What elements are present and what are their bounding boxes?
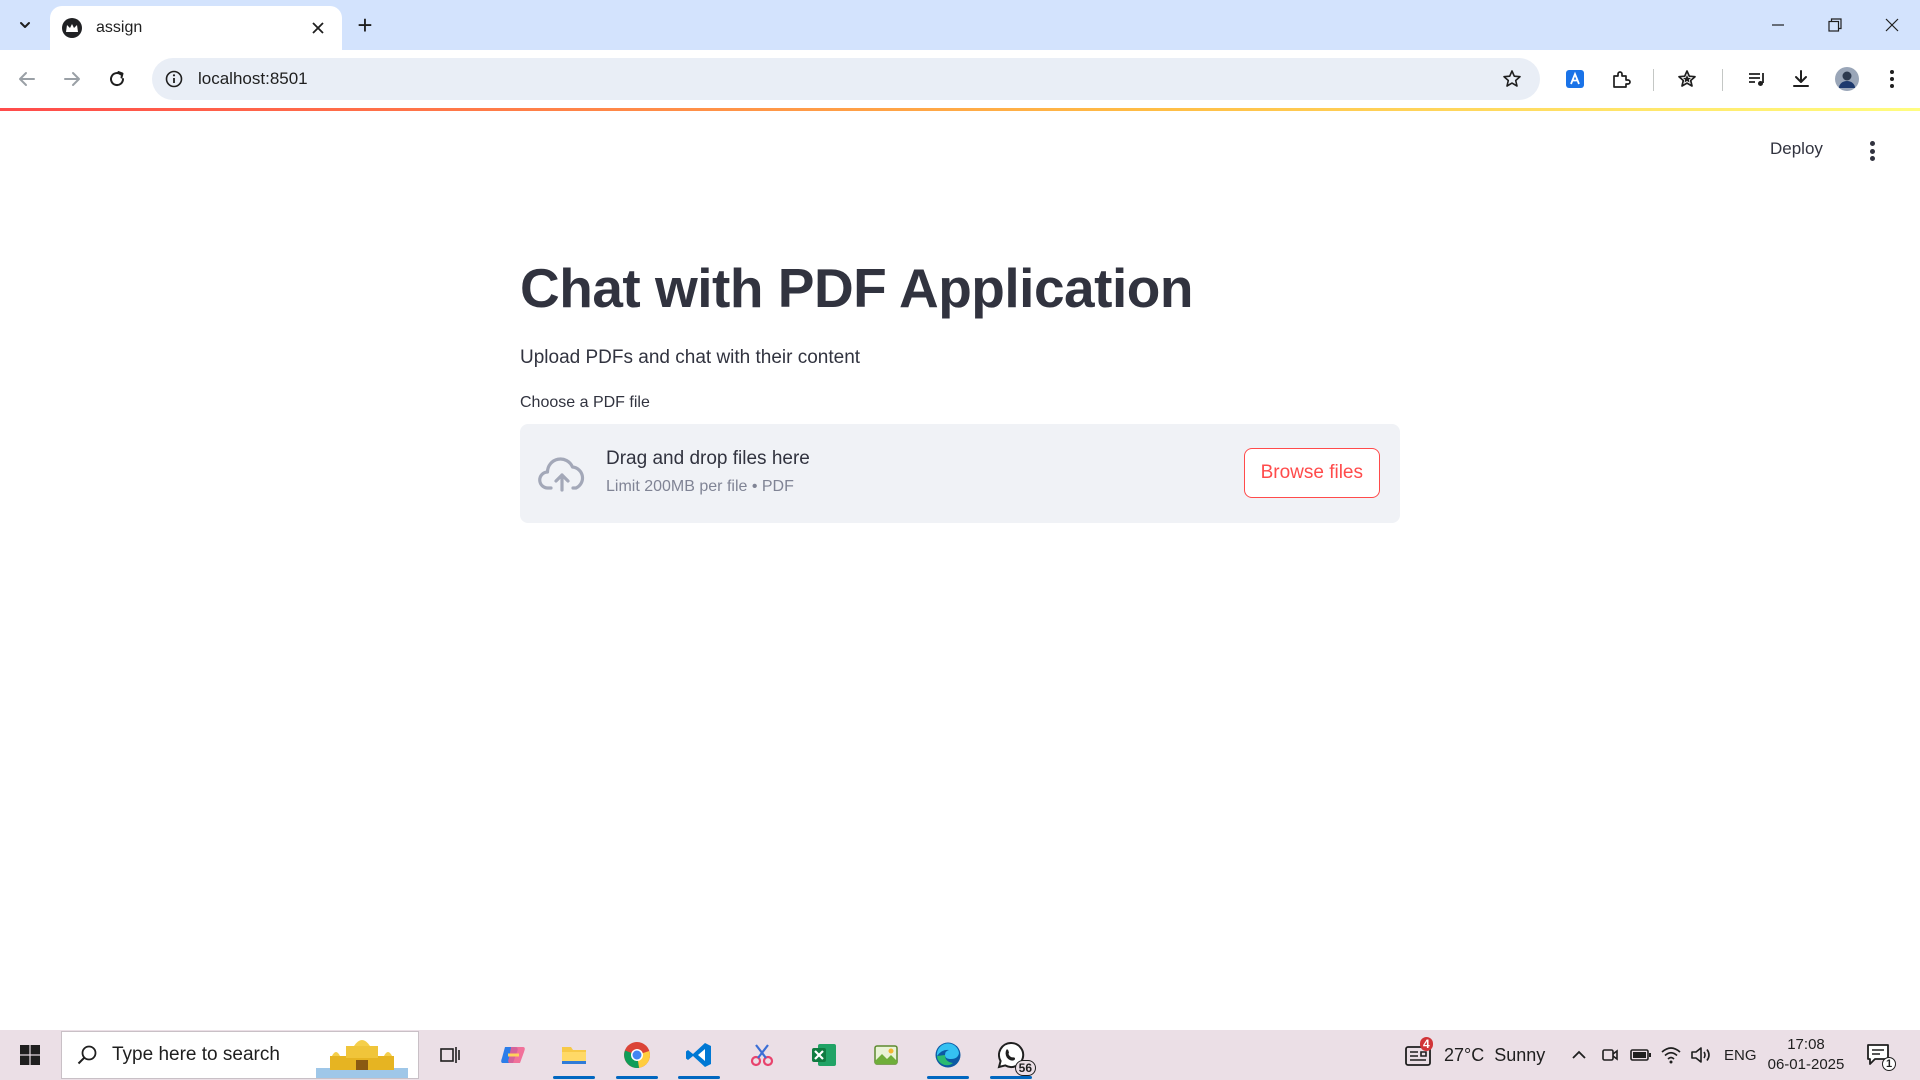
tab-search-button[interactable] — [10, 10, 40, 40]
windows-taskbar: Type here to search 56 4 27°C Sunny ENG … — [0, 1030, 1920, 1080]
reload-icon[interactable] — [101, 63, 133, 95]
whatsapp-unread-badge: 56 — [1014, 1060, 1036, 1076]
weather-text: 27°C Sunny — [1444, 1044, 1546, 1065]
site-info-icon[interactable] — [162, 67, 186, 91]
back-arrow-icon[interactable] — [11, 63, 43, 95]
bookmark-star-icon[interactable] — [1492, 59, 1532, 99]
bookmarks-star-icon[interactable] — [1671, 63, 1703, 95]
windows-start-icon[interactable] — [0, 1030, 60, 1080]
profile-avatar[interactable] — [1831, 63, 1863, 95]
url-text[interactable]: localhost:8501 — [198, 69, 1492, 89]
notifications-icon[interactable]: 1 — [1866, 1030, 1897, 1080]
close-window-icon[interactable] — [1863, 0, 1920, 50]
toolbar-divider — [1722, 69, 1723, 91]
clock-time: 17:08 — [1787, 1036, 1825, 1053]
tab-strip: assign + — [0, 0, 1920, 50]
search-icon — [77, 1045, 97, 1065]
excel-icon[interactable] — [799, 1030, 849, 1080]
page-subtitle: Upload PDFs and chat with their content — [520, 347, 861, 368]
chevron-down-icon — [20, 22, 30, 28]
browse-files-button[interactable]: Browse files — [1243, 448, 1380, 498]
volume-icon[interactable] — [1690, 1030, 1712, 1080]
clock-date: 06-01-2025 — [1767, 1056, 1845, 1073]
wifi-icon[interactable] — [1660, 1030, 1682, 1080]
vscode-icon[interactable] — [674, 1030, 724, 1080]
notification-count-badge: 1 — [1882, 1057, 1897, 1071]
cloud-upload-icon — [538, 457, 585, 492]
copilot-icon[interactable] — [488, 1030, 538, 1080]
photos-icon[interactable] — [861, 1030, 911, 1080]
address-bar[interactable]: localhost:8501 — [152, 58, 1540, 100]
taskbar-search-placeholder: Type here to search — [112, 1044, 280, 1065]
new-tab-button[interactable]: + — [350, 10, 380, 40]
translate-extension-icon[interactable] — [1559, 63, 1591, 95]
edge-icon[interactable] — [923, 1030, 973, 1080]
language-indicator[interactable]: ENG — [1724, 1030, 1757, 1080]
toolbar-divider — [1653, 69, 1654, 91]
file-uploader-label: Choose a PDF file — [520, 394, 650, 411]
download-icon[interactable] — [1785, 63, 1817, 95]
browser-tab[interactable]: assign — [50, 6, 342, 50]
minimize-icon[interactable] — [1749, 0, 1806, 50]
main-content: Chat with PDF Application Upload PDFs an… — [520, 250, 1400, 523]
weather-alert-badge: 4 — [1420, 1037, 1433, 1051]
whatsapp-icon[interactable]: 56 — [986, 1030, 1036, 1080]
dropzone-instructions: Drag and drop files here — [606, 448, 810, 469]
taskbar-search-input[interactable]: Type here to search — [61, 1031, 419, 1079]
search-highlight-temple-illustration — [316, 1040, 408, 1078]
forward-arrow-icon[interactable] — [56, 63, 88, 95]
page-title: Chat with PDF Application — [520, 257, 1193, 319]
main-menu-kebab-icon[interactable] — [1860, 139, 1884, 163]
close-tab-icon[interactable] — [306, 16, 330, 40]
snipping-tool-icon[interactable] — [737, 1030, 787, 1080]
battery-icon[interactable] — [1630, 1030, 1652, 1080]
streamlit-crown-icon — [62, 18, 82, 38]
file-explorer-icon[interactable] — [549, 1030, 599, 1080]
chrome-menu-icon[interactable] — [1876, 63, 1908, 95]
meet-now-icon[interactable] — [1601, 1030, 1619, 1080]
task-view-icon[interactable] — [425, 1030, 475, 1080]
file-dropzone[interactable]: Drag and drop files here Limit 200MB per… — [520, 424, 1400, 523]
window-controls — [1749, 0, 1920, 50]
media-controls-icon[interactable] — [1741, 63, 1773, 95]
extensions-puzzle-icon[interactable] — [1605, 63, 1637, 95]
language-text: ENG — [1724, 1046, 1757, 1064]
weather-widget[interactable]: 4 27°C Sunny — [1404, 1030, 1545, 1080]
chrome-icon[interactable] — [612, 1030, 662, 1080]
deploy-button[interactable]: Deploy — [1770, 139, 1823, 159]
browser-toolbar: localhost:8501 — [0, 50, 1920, 108]
app-header: Deploy — [0, 111, 1920, 197]
dropzone-limit-text: Limit 200MB per file • PDF — [606, 478, 794, 495]
tab-title: assign — [96, 19, 143, 36]
show-hidden-icons-chevron-icon[interactable] — [1570, 1030, 1588, 1080]
restore-icon[interactable] — [1806, 0, 1863, 50]
system-clock[interactable]: 17:08 06-01-2025 — [1766, 1035, 1846, 1075]
